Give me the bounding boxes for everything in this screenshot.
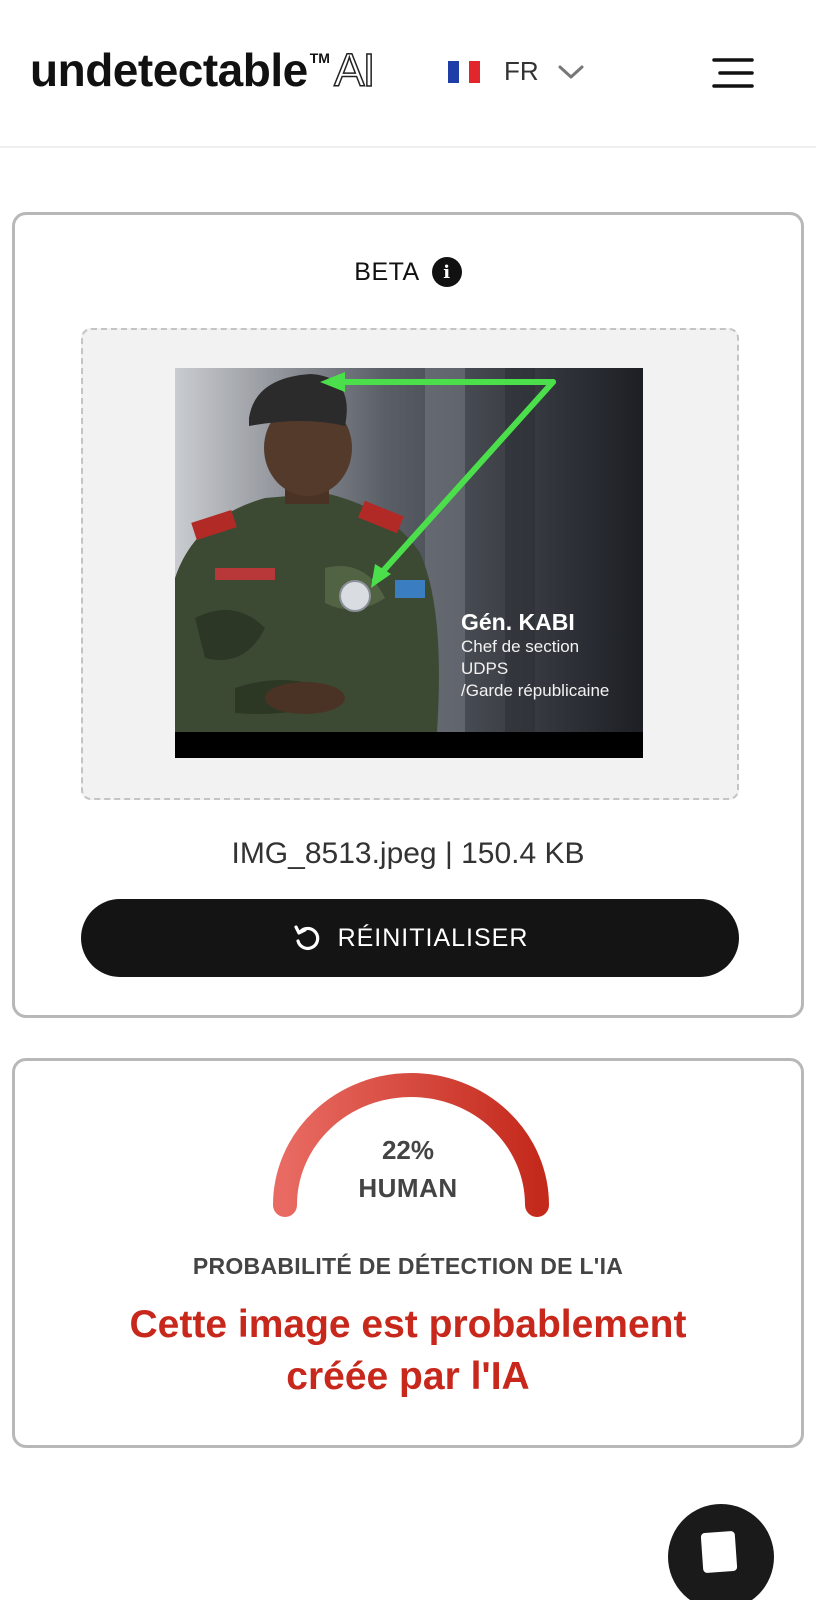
chevron-down-icon [558,65,584,78]
flag-stripe-white [458,60,470,83]
chat-button[interactable] [668,1504,774,1600]
flag-stripe-blue [448,60,459,83]
beta-label: BETA [354,257,420,286]
file-info: IMG_8513.jpeg | 150.4 KB [231,837,585,870]
reset-button[interactable]: RÉINITIALISER [81,899,739,977]
logo-ai-mark: AI [333,43,376,97]
gauge-label: HUMAN [358,1173,458,1203]
verdict-text: Cette image est probablement créée par l… [15,1299,801,1403]
caption-line: UDPS [461,659,509,678]
logo-trademark: TM [309,50,330,66]
reset-icon [293,925,319,951]
language-selector[interactable]: FR [448,56,585,87]
language-code: FR [504,56,539,86]
site-header: undetectable TM AI FR [0,0,816,148]
logo-wordmark: undetectable [30,44,308,96]
logo[interactable]: undetectable TM AI [30,43,376,97]
france-flag-icon [448,60,481,83]
verdict-line: créée par l'IA [286,1355,530,1398]
caption-name: Gén. KABI [461,609,575,635]
caption-line: /Garde républicaine [461,681,610,700]
result-card: 22% HUMAN PROBABILITÉ DE DÉTECTION DE L'… [12,1058,804,1448]
menu-icon[interactable] [712,56,754,90]
gauge-percent: 22% [381,1135,435,1165]
info-icon[interactable]: i [431,257,462,287]
beta-header: BETA i [15,257,801,287]
upload-card: BETA i Gén. KABI Chef de section UDPS /G… [12,212,804,1018]
verdict-line: Cette image est probablement [129,1303,687,1346]
reset-button-label: RÉINITIALISER [337,923,529,952]
chat-icon [700,1530,738,1574]
uploaded-image-preview: Gén. KABI Chef de section UDPS /Garde ré… [175,368,643,758]
image-caption: Gén. KABI Chef de section UDPS /Garde ré… [461,608,609,702]
caption-line: Chef de section [461,637,580,656]
probability-label: PROBABILITÉ DE DÉTECTION DE L'IA [192,1253,624,1279]
image-dropzone[interactable]: Gén. KABI Chef de section UDPS /Garde ré… [81,328,739,800]
flag-stripe-red [469,60,481,83]
